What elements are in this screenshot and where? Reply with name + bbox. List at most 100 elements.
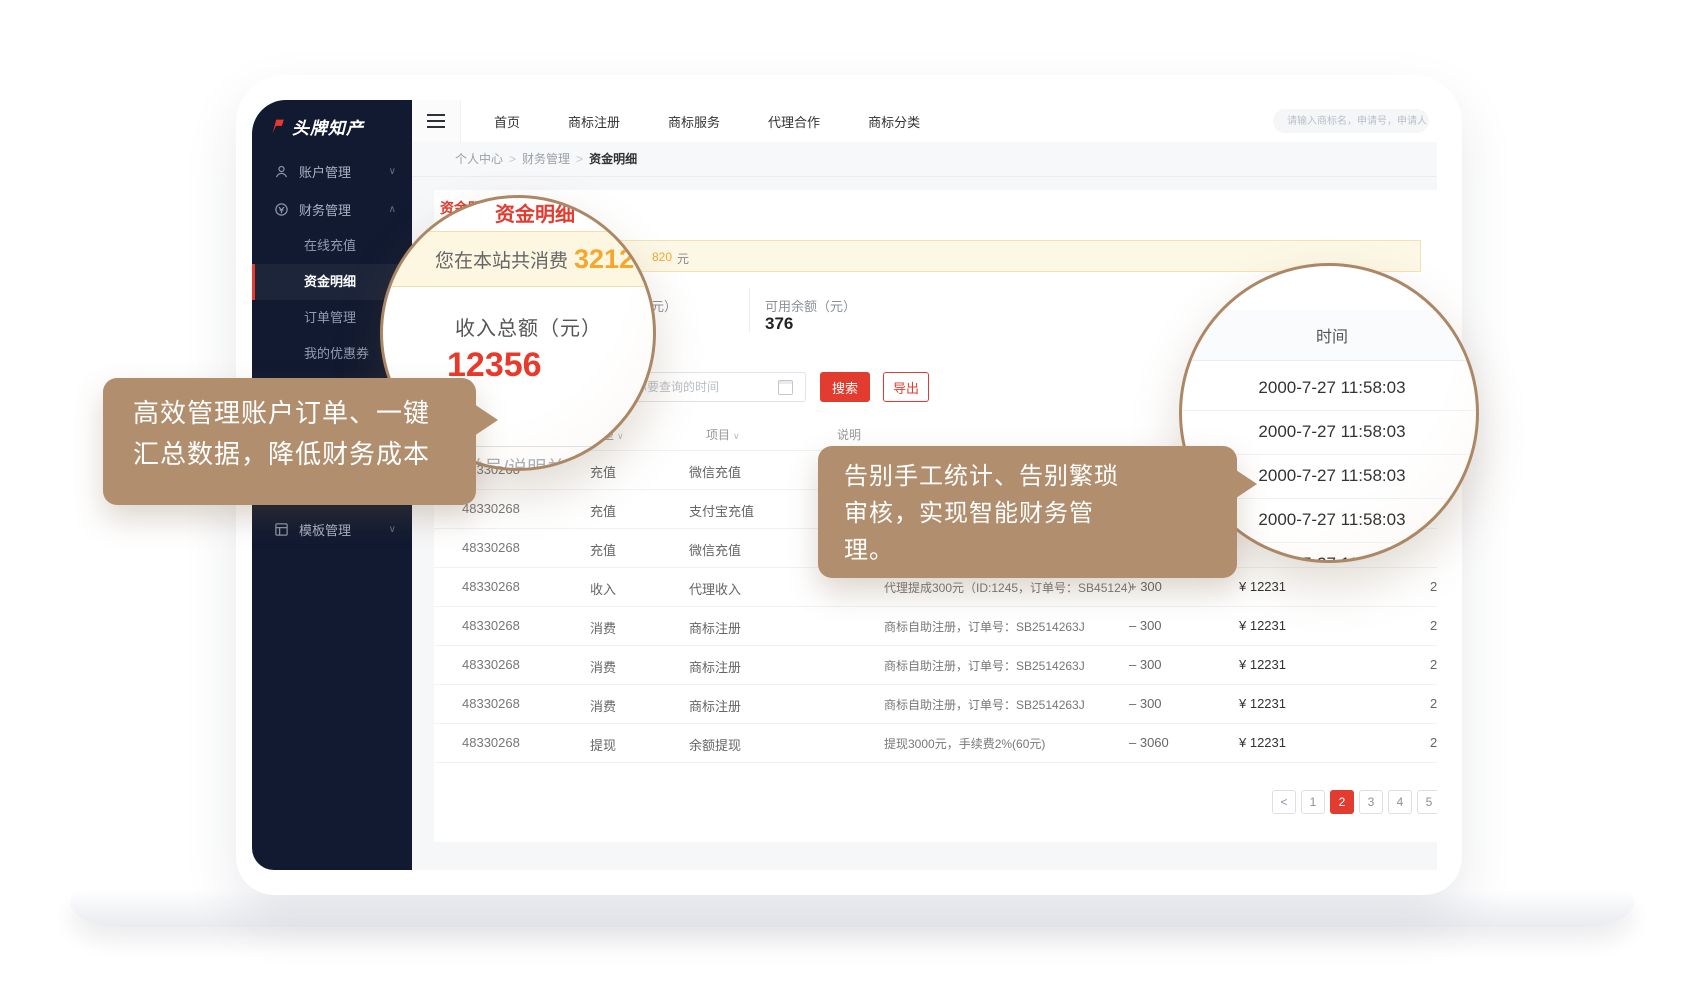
trademark-search-input[interactable] bbox=[1273, 109, 1429, 133]
lens-banner: 您在本站共消费 32124 大 bbox=[380, 231, 656, 287]
breadcrumb-current: 资金明细 bbox=[589, 152, 637, 166]
chevron-up-icon: ∧ bbox=[389, 204, 396, 215]
cell-desc: 商标自助注册，订单号：SB2514263J bbox=[884, 696, 1085, 713]
lens-tab-fragment: 资金明细 bbox=[495, 198, 575, 227]
balance-label: 可用余额（元） bbox=[765, 296, 856, 315]
cell-balance: ¥ 12231 bbox=[1239, 696, 1286, 711]
hamburger-button[interactable] bbox=[412, 100, 461, 142]
cell-order: 48330268 bbox=[462, 618, 520, 633]
callout-text: 告别手工统计、告别繁琐 bbox=[844, 458, 1237, 495]
balance-value: 376 bbox=[765, 314, 793, 334]
template-icon bbox=[274, 522, 289, 537]
logo: 头牌知产 bbox=[252, 100, 412, 152]
cell-project: 商标注册 bbox=[689, 657, 741, 676]
chevron-down-icon: ∨ bbox=[389, 524, 396, 535]
cell-type: 充值 bbox=[590, 540, 616, 559]
banner-amount: 820 bbox=[652, 250, 672, 264]
cell-order: 48330268 bbox=[462, 657, 520, 672]
callout-text: 汇总数据，降低财务成本 bbox=[133, 434, 476, 475]
cell-time: 2000-7-27 11:58:03 bbox=[1430, 618, 1437, 633]
cell-order: 48330268 bbox=[462, 579, 520, 594]
cell-amount: – 3060 bbox=[1129, 735, 1169, 750]
laptop-base bbox=[70, 893, 1634, 927]
cell-time: 2000-7-27 11:58:03 bbox=[1430, 696, 1437, 711]
cell-project: 余额提现 bbox=[689, 735, 741, 754]
cell-project: 微信充值 bbox=[689, 462, 741, 481]
nav-menu: 首页 商标注册 商标服务 代理合作 商标分类 bbox=[470, 100, 944, 142]
cell-type: 充值 bbox=[590, 501, 616, 520]
cell-type: 消费 bbox=[590, 696, 616, 715]
pagination-page-5[interactable]: 5 bbox=[1417, 790, 1437, 814]
stat-divider bbox=[749, 288, 750, 332]
cell-desc: 商标自助注册，订单号：SB2514263J bbox=[884, 657, 1085, 674]
breadcrumb-item[interactable]: 个人中心 bbox=[455, 152, 503, 166]
cell-order: 48330268 bbox=[462, 735, 520, 750]
breadcrumb-item[interactable]: 财务管理 bbox=[522, 152, 570, 166]
sort-caret-icon: ∨ bbox=[733, 431, 740, 441]
nav-item-agency[interactable]: 代理合作 bbox=[744, 112, 844, 131]
nav-item-home[interactable]: 首页 bbox=[470, 112, 544, 131]
sidebar-item-finance[interactable]: 财务管理 ∧ bbox=[252, 190, 412, 228]
cell-desc: 商标自助注册，订单号：SB2514263J bbox=[884, 618, 1085, 635]
top-nav: 首页 商标注册 商标服务 代理合作 商标分类 bbox=[412, 100, 1437, 142]
nav-item-register[interactable]: 商标注册 bbox=[544, 112, 644, 131]
calendar-icon[interactable] bbox=[778, 380, 793, 395]
cell-type: 消费 bbox=[590, 618, 616, 637]
cell-balance: ¥ 12231 bbox=[1239, 735, 1286, 750]
lens-banner-label: 您在本站共消费 bbox=[435, 246, 568, 273]
column-header-desc: 说明 bbox=[837, 426, 861, 443]
pagination-prev[interactable]: < bbox=[1272, 790, 1296, 814]
nav-item-services[interactable]: 商标服务 bbox=[644, 112, 744, 131]
cell-amount: – 300 bbox=[1129, 618, 1162, 633]
cell-desc: 提现3000元，手续费2%(60元) bbox=[884, 735, 1045, 752]
callout-tail-icon bbox=[474, 404, 498, 436]
cell-balance: ¥ 12231 bbox=[1239, 618, 1286, 633]
cell-amount: + 300 bbox=[1129, 579, 1162, 594]
pagination-page-3[interactable]: 3 bbox=[1359, 790, 1383, 814]
lens-income-label: 收入总额（元） bbox=[455, 312, 602, 341]
stage: 头牌知产 账户管理 ∨ 财务管理 ∧ 在线充值 资金明细 bbox=[0, 0, 1696, 1002]
table-row: 48330268 消费 商标注册 商标自助注册，订单号：SB2514263J –… bbox=[434, 606, 1437, 646]
cell-time: 2000-7-27 11:58:03 bbox=[1430, 579, 1437, 594]
cell-project: 微信充值 bbox=[689, 540, 741, 559]
callout-tail-icon bbox=[1233, 468, 1257, 500]
callout-left: 高效管理账户订单、一键 汇总数据，降低财务成本 bbox=[103, 378, 476, 505]
column-header-project[interactable]: 项目∨ bbox=[706, 426, 740, 443]
export-button[interactable]: 导出 bbox=[883, 372, 929, 402]
callout-right: 告别手工统计、告别繁琐 审核，实现智能财务管 理。 bbox=[818, 446, 1237, 578]
cell-time: 2000-7-27 11:58:03 bbox=[1430, 657, 1437, 672]
sidebar-item-label: 模板管理 bbox=[299, 520, 351, 539]
cell-amount: – 300 bbox=[1129, 696, 1162, 711]
lens-time-header: 时间 bbox=[1179, 310, 1479, 361]
sidebar-item-account[interactable]: 账户管理 ∨ bbox=[252, 152, 412, 190]
table-row: 48330268 提现 余额提现 提现3000元，手续费2%(60元) – 30… bbox=[434, 723, 1437, 763]
search-button[interactable]: 搜索 bbox=[820, 372, 870, 402]
cell-project: 商标注册 bbox=[689, 696, 741, 715]
pagination-page-1[interactable]: 1 bbox=[1301, 790, 1325, 814]
cell-amount: – 300 bbox=[1129, 657, 1162, 672]
logo-text: 头牌知产 bbox=[292, 114, 364, 139]
callout-text: 高效管理账户订单、一键 bbox=[133, 393, 476, 434]
banner-unit: 元 bbox=[677, 250, 689, 267]
cell-project: 代理收入 bbox=[689, 579, 741, 598]
cell-type: 收入 bbox=[590, 579, 616, 598]
finance-icon bbox=[274, 202, 289, 217]
pagination-page-4[interactable]: 4 bbox=[1388, 790, 1412, 814]
cell-order: 48330268 bbox=[462, 501, 520, 516]
callout-text: 理。 bbox=[844, 532, 1237, 569]
cell-balance: ¥ 12231 bbox=[1239, 657, 1286, 672]
sort-caret-icon: ∨ bbox=[617, 431, 624, 441]
nav-item-category[interactable]: 商标分类 bbox=[844, 112, 944, 131]
cell-order: 48330268 bbox=[462, 696, 520, 711]
pagination: < 1 2 3 4 5 bbox=[1272, 790, 1437, 814]
table-row: 48330268 消费 商标注册 商标自助注册，订单号：SB2514263J –… bbox=[434, 645, 1437, 685]
pagination-page-2[interactable]: 2 bbox=[1330, 790, 1354, 814]
callout-text: 审核，实现智能财务管 bbox=[844, 495, 1237, 532]
cell-balance: ¥ 12231 bbox=[1239, 579, 1286, 594]
cell-type: 消费 bbox=[590, 657, 616, 676]
cell-project: 支付宝充值 bbox=[689, 501, 754, 520]
sidebar-item-templates[interactable]: 模板管理 ∨ bbox=[252, 510, 412, 548]
sidebar-item-label: 财务管理 bbox=[299, 200, 351, 219]
cell-order: 48330268 bbox=[462, 540, 520, 555]
cell-project: 商标注册 bbox=[689, 618, 741, 637]
